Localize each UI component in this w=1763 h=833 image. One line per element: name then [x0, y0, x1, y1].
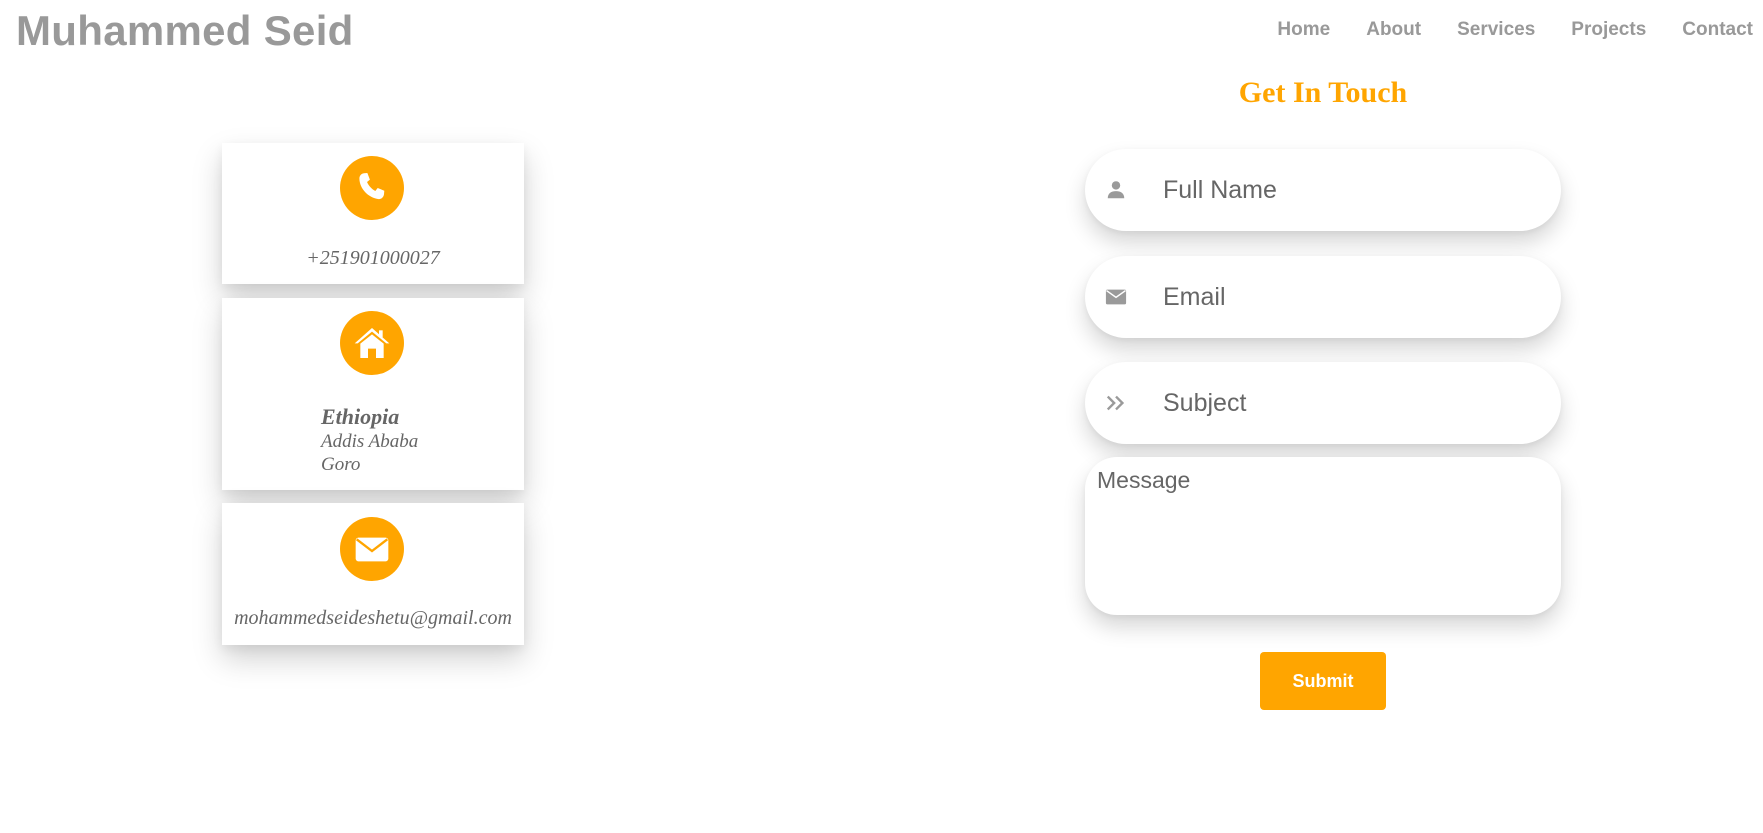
message-field[interactable] — [1085, 457, 1561, 615]
contact-page: Muhammed Seid Home About Services Projec… — [0, 0, 1763, 833]
nav-contact[interactable]: Contact — [1682, 18, 1753, 42]
phone-icon-circle — [340, 156, 404, 220]
address-card: Ethiopia Addis Ababa Goro — [222, 298, 524, 490]
nav-services[interactable]: Services — [1457, 18, 1535, 42]
site-brand[interactable]: Muhammed Seid — [16, 6, 354, 56]
phone-icon — [359, 173, 385, 200]
full-name-input[interactable] — [1163, 149, 1533, 231]
nav-home[interactable]: Home — [1277, 18, 1330, 42]
envelope-icon — [1103, 285, 1129, 309]
form-title: Get In Touch — [1238, 76, 1408, 109]
email-field[interactable] — [1085, 256, 1561, 338]
envelope-icon — [355, 537, 389, 562]
full-name-field[interactable] — [1085, 149, 1561, 231]
nav-about[interactable]: About — [1366, 18, 1421, 42]
email-input[interactable] — [1163, 256, 1533, 338]
address-country: Ethiopia — [321, 404, 400, 429]
main-nav: Home About Services Projects Contact — [1277, 18, 1753, 42]
submit-button[interactable]: Submit — [1260, 652, 1386, 710]
subject-field[interactable] — [1085, 362, 1561, 444]
phone-card: +251901000027 — [222, 143, 524, 284]
home-icon-circle — [340, 311, 404, 375]
subject-input[interactable] — [1163, 362, 1533, 444]
email-address[interactable]: mohammedseideshetu@gmail.com — [222, 607, 524, 630]
email-card: mohammedseideshetu@gmail.com — [222, 503, 524, 645]
address-city: Addis Ababa — [321, 431, 419, 452]
phone-number: +251901000027 — [306, 247, 440, 269]
message-textarea[interactable] — [1085, 457, 1561, 615]
home-icon — [354, 328, 390, 358]
double-chevron-right-icon — [1103, 391, 1129, 415]
address-area: Goro — [321, 454, 361, 475]
user-icon — [1103, 178, 1129, 202]
nav-projects[interactable]: Projects — [1571, 18, 1646, 42]
address-block: Ethiopia Addis Ababa Goro — [321, 404, 418, 476]
envelope-icon-circle — [340, 517, 404, 581]
